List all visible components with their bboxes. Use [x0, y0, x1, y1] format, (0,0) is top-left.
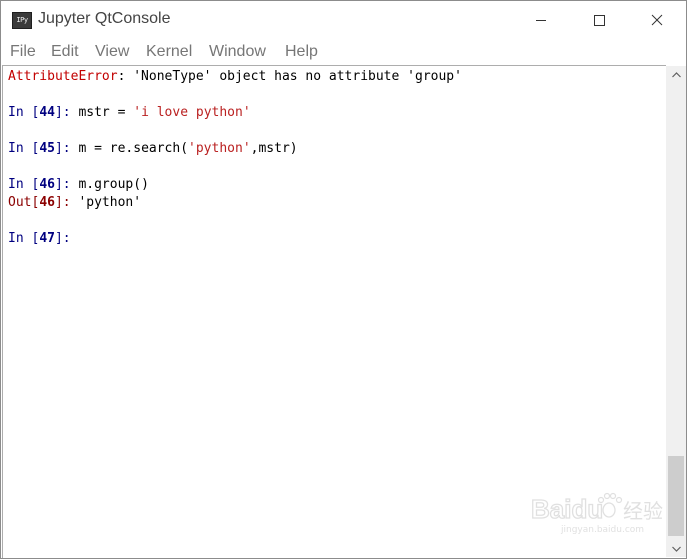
- menu-file[interactable]: File: [10, 43, 36, 61]
- close-icon: [651, 14, 663, 26]
- input-line: In [46]: m.group(): [8, 176, 149, 194]
- ipython-app-icon: IPy: [12, 12, 32, 29]
- watermark-brand: Baidu: [531, 494, 603, 524]
- in-prompt-suffix: ]:: [54, 177, 79, 192]
- menu-edit[interactable]: Edit: [51, 43, 79, 61]
- out-prompt-number: 46: [39, 195, 55, 210]
- scroll-up-button[interactable]: [666, 66, 686, 83]
- output-value: 'python': [78, 195, 142, 210]
- app-window: IPy Jupyter QtConsole File Edit View Ker…: [0, 0, 687, 559]
- title-bar[interactable]: IPy Jupyter QtConsole: [1, 1, 686, 39]
- minimize-button[interactable]: [512, 1, 570, 39]
- in-prompt-prefix: In [: [8, 177, 40, 192]
- window-title: Jupyter QtConsole: [38, 10, 171, 27]
- code-text: m = re.search(: [78, 141, 189, 156]
- error-message: : 'NoneType' object has no attribute 'gr…: [117, 69, 462, 84]
- in-prompt-number: 45: [39, 141, 55, 156]
- in-prompt-suffix: ]:: [54, 231, 79, 246]
- in-prompt-number: 46: [39, 177, 55, 192]
- code-text: mstr =: [78, 105, 134, 120]
- console-output[interactable]: AttributeError: 'NoneType' object has no…: [2, 65, 666, 558]
- error-line: AttributeError: 'NoneType' object has no…: [8, 68, 462, 86]
- menu-bar: File Edit View Kernel Window Help: [1, 39, 686, 65]
- code-text: ,mstr): [250, 141, 298, 156]
- menu-window[interactable]: Window: [209, 43, 266, 61]
- in-prompt-number: 44: [39, 105, 55, 120]
- close-button[interactable]: [628, 1, 686, 39]
- watermark-url: jingyan.baidu.com: [560, 525, 644, 535]
- error-name: AttributeError: [8, 69, 118, 84]
- in-prompt-prefix: In [: [8, 105, 40, 120]
- input-line: In [45]: m = re.search('python',mstr): [8, 140, 298, 158]
- arrow-up-icon: [671, 71, 681, 77]
- active-input-line[interactable]: In [47]:: [8, 230, 78, 248]
- baidu-watermark-logo: Baidu 经验 jingyan.baidu.com: [530, 492, 663, 535]
- arrow-down-icon: [671, 546, 681, 552]
- watermark-cn: 经验: [623, 499, 663, 523]
- output-line: Out[46]: 'python': [8, 194, 141, 212]
- scroll-down-button[interactable]: [666, 540, 686, 557]
- maximize-icon: [594, 15, 605, 26]
- menu-kernel[interactable]: Kernel: [146, 43, 192, 61]
- baidu-jingyan-watermark: Baidu 经验 jingyan.baidu.com: [530, 491, 681, 535]
- code-string: 'i love python': [133, 105, 251, 120]
- minimize-icon: [536, 20, 546, 21]
- code-string: 'python': [188, 141, 251, 156]
- code-text: m.group(): [78, 177, 149, 192]
- in-prompt-number: 47: [39, 231, 55, 246]
- in-prompt-prefix: In [: [8, 231, 40, 246]
- menu-help[interactable]: Help: [285, 43, 318, 61]
- input-line: In [44]: mstr = 'i love python': [8, 104, 251, 122]
- out-prompt-suffix: ]:: [54, 195, 79, 210]
- in-prompt-prefix: In [: [8, 141, 40, 156]
- menu-view[interactable]: View: [95, 43, 129, 61]
- in-prompt-suffix: ]:: [54, 141, 79, 156]
- in-prompt-suffix: ]:: [54, 105, 79, 120]
- maximize-button[interactable]: [570, 1, 628, 39]
- out-prompt-prefix: Out[: [8, 195, 40, 210]
- vertical-scrollbar[interactable]: [666, 66, 686, 557]
